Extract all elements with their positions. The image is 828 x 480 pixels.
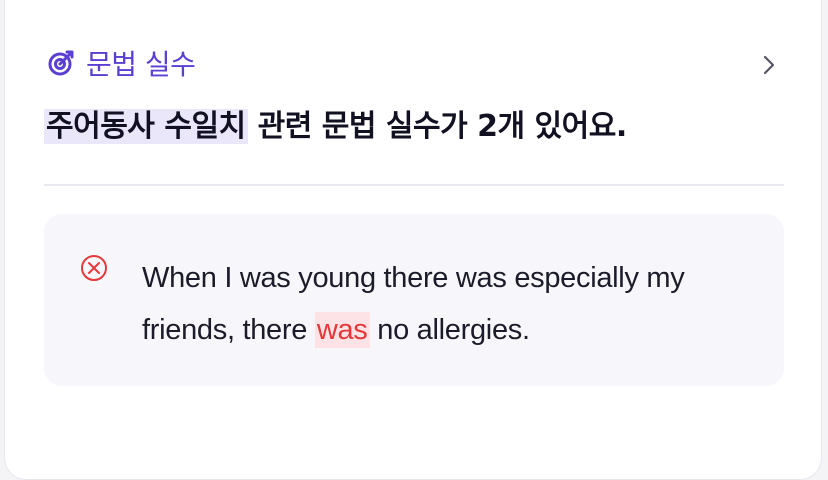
example-sentence-box: When I was young there was especially my… <box>44 214 784 386</box>
category-label: 문법 실수 <box>86 48 196 81</box>
example-sentence: When I was young there was especially my… <box>142 252 742 356</box>
title-rest: 관련 문법 실수가 2개 있어요. <box>247 109 628 144</box>
divider <box>44 184 784 186</box>
error-word[interactable]: was <box>314 312 370 348</box>
highlighted-topic: 주어동사 수일치 <box>44 109 248 144</box>
target-dart-icon <box>44 46 78 80</box>
category-header: 문법 실수 <box>44 42 196 84</box>
error-x-circle-icon <box>78 252 110 284</box>
sentence-after: no allergies. <box>369 314 530 346</box>
mistake-summary-title: 주어동사 수일치 관련 문법 실수가 2개 있어요. <box>44 104 627 150</box>
chevron-right-icon[interactable] <box>758 51 780 79</box>
